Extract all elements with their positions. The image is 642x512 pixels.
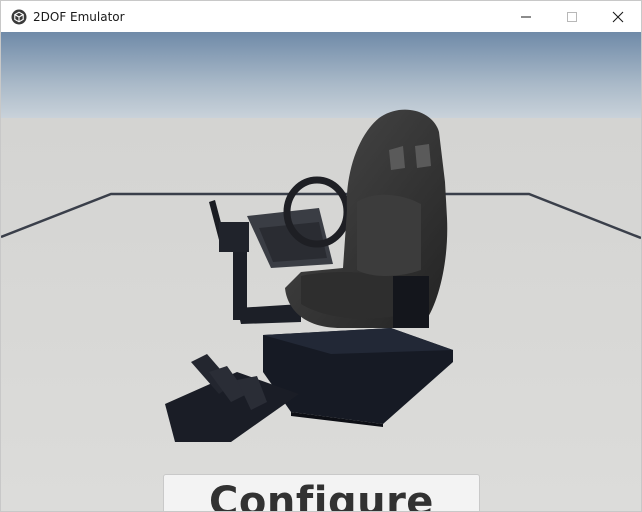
app-window: 2DOF Emulator Configure (0, 0, 642, 512)
window-title: 2DOF Emulator (33, 9, 125, 24)
window-controls (503, 1, 641, 32)
title-bar[interactable]: 2DOF Emulator (1, 1, 641, 32)
maximize-button[interactable] (549, 1, 595, 32)
3d-viewport[interactable]: Configure (1, 32, 641, 511)
configure-button[interactable]: Configure (163, 474, 480, 511)
minimize-icon (521, 16, 531, 17)
unity-cube-icon (11, 9, 27, 25)
maximize-icon (567, 11, 577, 22)
close-icon (612, 11, 624, 22)
minimize-button[interactable] (503, 1, 549, 32)
seat-mount (393, 276, 429, 328)
sky (1, 32, 641, 118)
close-button[interactable] (595, 1, 641, 32)
